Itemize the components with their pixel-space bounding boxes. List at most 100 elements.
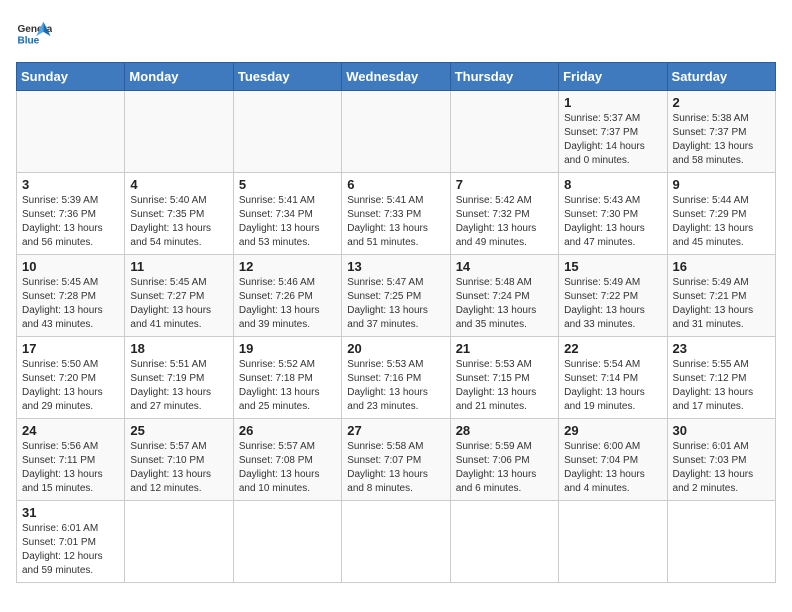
- weekday-header-tuesday: Tuesday: [233, 63, 341, 91]
- page-header: General Blue: [16, 16, 776, 52]
- calendar-cell: 12 Sunrise: 5:46 AM Sunset: 7:26 PM Dayli…: [233, 255, 341, 337]
- day-info: Sunrise: 5:40 AM Sunset: 7:35 PM Dayligh…: [130, 194, 227, 250]
- calendar-cell: [125, 501, 233, 583]
- day-number: 1: [564, 95, 661, 110]
- day-info: Sunrise: 5:48 AM Sunset: 7:24 PM Dayligh…: [456, 276, 553, 332]
- day-number: 21: [456, 341, 553, 356]
- day-number: 24: [22, 423, 119, 438]
- day-info: Sunrise: 5:50 AM Sunset: 7:20 PM Dayligh…: [22, 358, 119, 414]
- calendar-cell: 30 Sunrise: 6:01 AM Sunset: 7:03 PM Dayli…: [667, 419, 775, 501]
- day-info: Sunrise: 5:53 AM Sunset: 7:15 PM Dayligh…: [456, 358, 553, 414]
- weekday-header-thursday: Thursday: [450, 63, 558, 91]
- day-info: Sunrise: 5:47 AM Sunset: 7:25 PM Dayligh…: [347, 276, 444, 332]
- calendar-cell: [450, 501, 558, 583]
- calendar-week-row: 10 Sunrise: 5:45 AM Sunset: 7:28 PM Dayli…: [17, 255, 776, 337]
- day-info: Sunrise: 6:00 AM Sunset: 7:04 PM Dayligh…: [564, 440, 661, 496]
- day-info: Sunrise: 5:38 AM Sunset: 7:37 PM Dayligh…: [673, 112, 770, 168]
- calendar-cell: [342, 91, 450, 173]
- day-number: 20: [347, 341, 444, 356]
- day-number: 12: [239, 259, 336, 274]
- calendar-cell: 14 Sunrise: 5:48 AM Sunset: 7:24 PM Dayli…: [450, 255, 558, 337]
- day-number: 18: [130, 341, 227, 356]
- day-info: Sunrise: 5:41 AM Sunset: 7:33 PM Dayligh…: [347, 194, 444, 250]
- day-number: 29: [564, 423, 661, 438]
- day-info: Sunrise: 6:01 AM Sunset: 7:01 PM Dayligh…: [22, 522, 119, 578]
- calendar-cell: 29 Sunrise: 6:00 AM Sunset: 7:04 PM Dayli…: [559, 419, 667, 501]
- day-info: Sunrise: 6:01 AM Sunset: 7:03 PM Dayligh…: [673, 440, 770, 496]
- calendar-week-row: 31 Sunrise: 6:01 AM Sunset: 7:01 PM Dayli…: [17, 501, 776, 583]
- calendar-cell: [559, 501, 667, 583]
- calendar-cell: 23 Sunrise: 5:55 AM Sunset: 7:12 PM Dayli…: [667, 337, 775, 419]
- day-number: 6: [347, 177, 444, 192]
- logo: General Blue: [16, 16, 52, 52]
- calendar-cell: 28 Sunrise: 5:59 AM Sunset: 7:06 PM Dayli…: [450, 419, 558, 501]
- calendar-cell: [233, 91, 341, 173]
- calendar-cell: [450, 91, 558, 173]
- day-number: 8: [564, 177, 661, 192]
- day-info: Sunrise: 5:45 AM Sunset: 7:27 PM Dayligh…: [130, 276, 227, 332]
- calendar-cell: 9Sunrise: 5:44 AM Sunset: 7:29 PM Daylig…: [667, 173, 775, 255]
- day-number: 19: [239, 341, 336, 356]
- day-info: Sunrise: 5:58 AM Sunset: 7:07 PM Dayligh…: [347, 440, 444, 496]
- day-number: 25: [130, 423, 227, 438]
- calendar-cell: 17 Sunrise: 5:50 AM Sunset: 7:20 PM Dayli…: [17, 337, 125, 419]
- day-info: Sunrise: 5:49 AM Sunset: 7:21 PM Dayligh…: [673, 276, 770, 332]
- day-info: Sunrise: 5:53 AM Sunset: 7:16 PM Dayligh…: [347, 358, 444, 414]
- day-info: Sunrise: 5:45 AM Sunset: 7:28 PM Dayligh…: [22, 276, 119, 332]
- day-info: Sunrise: 5:43 AM Sunset: 7:30 PM Dayligh…: [564, 194, 661, 250]
- day-info: Sunrise: 5:54 AM Sunset: 7:14 PM Dayligh…: [564, 358, 661, 414]
- weekday-header-monday: Monday: [125, 63, 233, 91]
- day-number: 31: [22, 505, 119, 520]
- weekday-header-wednesday: Wednesday: [342, 63, 450, 91]
- day-number: 11: [130, 259, 227, 274]
- calendar-cell: 7Sunrise: 5:42 AM Sunset: 7:32 PM Daylig…: [450, 173, 558, 255]
- day-number: 10: [22, 259, 119, 274]
- day-info: Sunrise: 5:46 AM Sunset: 7:26 PM Dayligh…: [239, 276, 336, 332]
- day-info: Sunrise: 5:44 AM Sunset: 7:29 PM Dayligh…: [673, 194, 770, 250]
- day-number: 2: [673, 95, 770, 110]
- calendar-cell: 20 Sunrise: 5:53 AM Sunset: 7:16 PM Dayli…: [342, 337, 450, 419]
- day-info: Sunrise: 5:57 AM Sunset: 7:08 PM Dayligh…: [239, 440, 336, 496]
- weekday-header-friday: Friday: [559, 63, 667, 91]
- day-info: Sunrise: 5:59 AM Sunset: 7:06 PM Dayligh…: [456, 440, 553, 496]
- day-number: 28: [456, 423, 553, 438]
- day-info: Sunrise: 5:49 AM Sunset: 7:22 PM Dayligh…: [564, 276, 661, 332]
- day-info: Sunrise: 5:57 AM Sunset: 7:10 PM Dayligh…: [130, 440, 227, 496]
- generalblue-logo-icon: General Blue: [16, 16, 52, 52]
- day-number: 5: [239, 177, 336, 192]
- day-number: 22: [564, 341, 661, 356]
- day-number: 16: [673, 259, 770, 274]
- day-number: 30: [673, 423, 770, 438]
- calendar-cell: 5 Sunrise: 5:41 AM Sunset: 7:34 PM Daylig…: [233, 173, 341, 255]
- calendar-cell: 27Sunrise: 5:58 AM Sunset: 7:07 PM Dayli…: [342, 419, 450, 501]
- calendar-cell: 2 Sunrise: 5:38 AM Sunset: 7:37 PM Daylig…: [667, 91, 775, 173]
- calendar-cell: 11 Sunrise: 5:45 AM Sunset: 7:27 PM Dayli…: [125, 255, 233, 337]
- calendar-cell: 16 Sunrise: 5:49 AM Sunset: 7:21 PM Dayli…: [667, 255, 775, 337]
- day-number: 15: [564, 259, 661, 274]
- calendar-cell: 4Sunrise: 5:40 AM Sunset: 7:35 PM Daylig…: [125, 173, 233, 255]
- calendar-cell: 3Sunrise: 5:39 AM Sunset: 7:36 PM Daylig…: [17, 173, 125, 255]
- calendar-cell: 15 Sunrise: 5:49 AM Sunset: 7:22 PM Dayli…: [559, 255, 667, 337]
- day-info: Sunrise: 5:41 AM Sunset: 7:34 PM Dayligh…: [239, 194, 336, 250]
- day-info: Sunrise: 5:42 AM Sunset: 7:32 PM Dayligh…: [456, 194, 553, 250]
- calendar-cell: 13Sunrise: 5:47 AM Sunset: 7:25 PM Dayli…: [342, 255, 450, 337]
- weekday-header-saturday: Saturday: [667, 63, 775, 91]
- calendar-week-row: 3Sunrise: 5:39 AM Sunset: 7:36 PM Daylig…: [17, 173, 776, 255]
- calendar-table: SundayMondayTuesdayWednesdayThursdayFrid…: [16, 62, 776, 583]
- day-info: Sunrise: 5:55 AM Sunset: 7:12 PM Dayligh…: [673, 358, 770, 414]
- calendar-cell: 1 Sunrise: 5:37 AM Sunset: 7:37 PM Daylig…: [559, 91, 667, 173]
- calendar-cell: [667, 501, 775, 583]
- calendar-week-row: 17 Sunrise: 5:50 AM Sunset: 7:20 PM Dayli…: [17, 337, 776, 419]
- calendar-week-row: 1 Sunrise: 5:37 AM Sunset: 7:37 PM Daylig…: [17, 91, 776, 173]
- day-info: Sunrise: 5:51 AM Sunset: 7:19 PM Dayligh…: [130, 358, 227, 414]
- day-number: 23: [673, 341, 770, 356]
- calendar-cell: [342, 501, 450, 583]
- svg-text:Blue: Blue: [17, 35, 39, 46]
- calendar-cell: [17, 91, 125, 173]
- calendar-cell: 26Sunrise: 5:57 AM Sunset: 7:08 PM Dayli…: [233, 419, 341, 501]
- day-number: 3: [22, 177, 119, 192]
- day-number: 17: [22, 341, 119, 356]
- day-info: Sunrise: 5:37 AM Sunset: 7:37 PM Dayligh…: [564, 112, 661, 168]
- day-number: 14: [456, 259, 553, 274]
- calendar-cell: 19Sunrise: 5:52 AM Sunset: 7:18 PM Dayli…: [233, 337, 341, 419]
